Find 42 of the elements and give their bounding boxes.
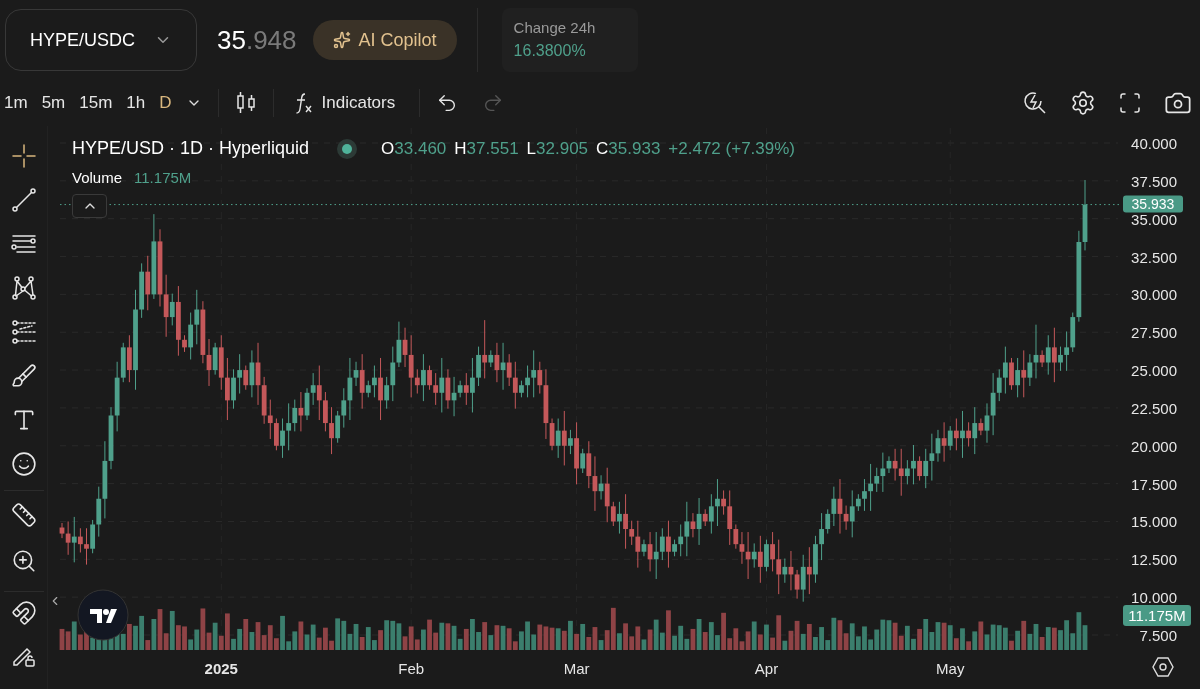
price-decimal: .948: [245, 23, 297, 57]
price-axis-label: 32.500: [1131, 248, 1177, 266]
time-axis-label: Feb: [398, 660, 425, 677]
change-label: Change 24h: [513, 17, 597, 38]
price-axis-label: 35.000: [1131, 210, 1177, 228]
pair-selector[interactable]: HYPE/USDC: [5, 9, 197, 71]
price-axis-label: 17.500: [1131, 475, 1177, 493]
price-axis-label: 12.500: [1131, 551, 1177, 569]
price-axis-label: 27.500: [1131, 324, 1177, 342]
price-axis-label: 30.000: [1131, 286, 1177, 304]
interval-tab[interactable]: 5m: [41, 90, 66, 116]
price-axis-label: 22.500: [1131, 399, 1177, 417]
indicators-button[interactable]: Indicators: [293, 90, 396, 116]
interval-tab[interactable]: 1m: [4, 90, 28, 116]
time-axis-label: 2025: [204, 660, 238, 677]
volume-label: Volume: [72, 168, 123, 188]
last-price-tag: 35.933: [1123, 195, 1183, 213]
price-axis-label: 7.500: [1139, 627, 1177, 644]
change-value: +2.472 (+7.39%): [668, 137, 795, 160]
time-axis-label: Mar: [563, 660, 590, 677]
price-axis-label: 40.000: [1131, 135, 1177, 152]
legend-title: HYPE/USD · 1D · Hyperliquid: [72, 137, 310, 160]
price-axis-label: 20.000: [1131, 437, 1177, 455]
volume-tag: 11.175M: [1123, 605, 1191, 626]
ohlc-value: O33.460: [381, 137, 447, 160]
price-axis-label: 37.500: [1131, 172, 1177, 190]
price-integer: 35: [217, 23, 246, 57]
interval-tab[interactable]: 1h: [126, 90, 146, 116]
ohlc-value: L32.905: [526, 137, 589, 160]
ai-copilot-button[interactable]: AI Copilot: [312, 20, 457, 60]
ohlc-value: C35.933: [596, 137, 661, 160]
price-axis-label: 25.000: [1131, 362, 1177, 380]
change-value: 16.3800%: [513, 41, 587, 62]
time-axis-label: May: [936, 660, 965, 677]
ohlc-value: H37.551: [454, 137, 519, 160]
ref-line-label: 35.933: [1131, 196, 1175, 213]
interval-tab[interactable]: 15m: [79, 90, 113, 116]
price-axis-label: 10.000: [1131, 589, 1177, 607]
volume-value: 11.175M: [134, 168, 192, 188]
time-axis-label: Apr: [754, 660, 779, 677]
interval-tab[interactable]: D: [159, 90, 172, 116]
price-axis-label: 15.000: [1131, 513, 1177, 531]
